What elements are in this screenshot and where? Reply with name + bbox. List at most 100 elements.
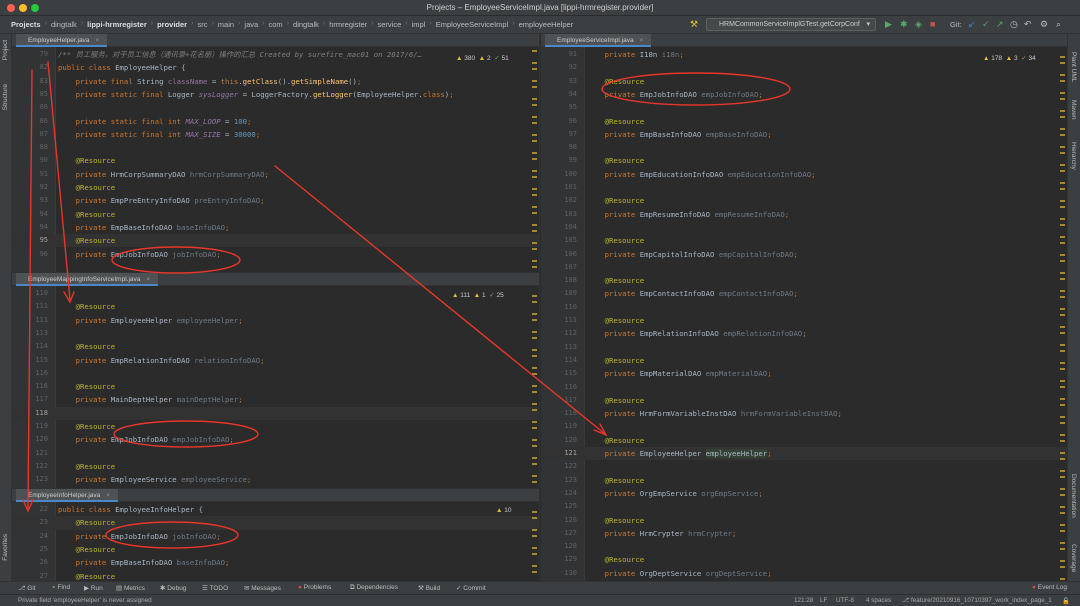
- breadcrumb-item[interactable]: hrmregister: [326, 20, 370, 29]
- code-line[interactable]: 91 private HrmCorpSummaryDAO hrmCorpSumm…: [12, 168, 539, 181]
- tab-employee-mapping[interactable]: EmployeeMappingInfoServiceImpl.java ×: [16, 273, 159, 286]
- scrollbar[interactable]: [532, 286, 537, 488]
- scroll-marker[interactable]: [1060, 476, 1065, 478]
- scroll-marker[interactable]: [532, 212, 537, 214]
- code-line[interactable]: 119 @Resource: [12, 420, 539, 433]
- scroll-marker[interactable]: [1060, 62, 1065, 64]
- tool-button-messages[interactable]: ✉ Messages: [244, 584, 281, 592]
- scroll-marker[interactable]: [1060, 182, 1065, 184]
- scroll-marker[interactable]: [532, 391, 537, 393]
- scroll-marker[interactable]: [1060, 128, 1065, 130]
- scroll-marker[interactable]: [1060, 200, 1065, 202]
- code-line[interactable]: 105 @Resource: [541, 234, 1067, 247]
- coverage-icon[interactable]: ◈: [915, 20, 922, 29]
- code-line[interactable]: 87 private static final int MAX_SIZE = 3…: [12, 128, 539, 141]
- scroll-marker[interactable]: [1060, 110, 1065, 112]
- scroll-marker[interactable]: [532, 98, 537, 100]
- scroll-marker[interactable]: [532, 319, 537, 321]
- breadcrumb-item[interactable]: dingtalk: [48, 20, 80, 29]
- scroll-marker[interactable]: [1060, 272, 1065, 274]
- scroll-marker[interactable]: [1060, 242, 1065, 244]
- git-commit-icon[interactable]: ✓: [982, 20, 990, 29]
- scroll-marker[interactable]: [532, 206, 537, 208]
- scroll-marker[interactable]: [1060, 164, 1065, 166]
- code-line[interactable]: 117 private MainDeptHelper mainDeptHelpe…: [12, 393, 539, 406]
- breadcrumb-item[interactable]: dingtalk: [290, 20, 322, 29]
- code-line[interactable]: 126 @Resource: [541, 514, 1067, 527]
- search-icon[interactable]: ⌕: [1056, 20, 1061, 29]
- scroll-marker[interactable]: [532, 463, 537, 465]
- scroll-marker[interactable]: [1060, 80, 1065, 82]
- code-line[interactable]: 111 @Resource: [12, 300, 539, 313]
- tool-button-build[interactable]: ⚒ Build: [418, 584, 440, 592]
- scroll-marker[interactable]: [1060, 326, 1065, 328]
- scroll-marker[interactable]: [1060, 134, 1065, 136]
- breadcrumb-item[interactable]: EmployeeServiceImpl: [433, 20, 512, 29]
- structure-tool-button[interactable]: Structure: [2, 84, 9, 110]
- scroll-marker[interactable]: [532, 170, 537, 172]
- tool-button-run[interactable]: ▶ Run: [84, 584, 103, 592]
- run-configuration-select[interactable]: HRMCommonServiceImplGTest.getCorpConf ▾: [706, 18, 876, 31]
- code-line[interactable]: 109 private EmpContactInfoDAO empContact…: [541, 287, 1067, 300]
- code-line[interactable]: 114 @Resource: [12, 340, 539, 353]
- scroll-marker[interactable]: [532, 295, 537, 297]
- code-line[interactable]: 112 private EmpRelationInfoDAO empRelati…: [541, 327, 1067, 340]
- inspection-widget[interactable]: ▲ 178 ▲ 3 ✓ 34: [983, 54, 1036, 62]
- scroll-marker[interactable]: [1060, 434, 1065, 436]
- tool-button-problems[interactable]: ● Problems: [298, 584, 331, 591]
- code-line[interactable]: 127 private HrmCrypter hrmCrypter;: [541, 527, 1067, 540]
- close-tab-icon[interactable]: ×: [106, 492, 110, 499]
- code-area[interactable]: 22 public class EmployeeInfoHelper {23 @R…: [12, 502, 539, 581]
- code-line[interactable]: 110: [541, 301, 1067, 314]
- documentation-tool-button[interactable]: Documentation: [1070, 474, 1077, 518]
- scroll-marker[interactable]: [532, 529, 537, 531]
- code-line[interactable]: 86 private static final int MAX_LOOP = 1…: [12, 115, 539, 128]
- code-line[interactable]: 83 private final String className = this…: [12, 75, 539, 88]
- scroll-marker[interactable]: [532, 331, 537, 333]
- scroll-marker[interactable]: [1060, 236, 1065, 238]
- scroll-marker[interactable]: [532, 337, 537, 339]
- code-line[interactable]: 22 public class EmployeeInfoHelper {: [12, 503, 539, 516]
- code-line[interactable]: 120 @Resource: [541, 434, 1067, 447]
- scroll-marker[interactable]: [1060, 398, 1065, 400]
- rollback-icon[interactable]: ↶: [1024, 20, 1032, 29]
- scroll-marker[interactable]: [1060, 92, 1065, 94]
- scroll-marker[interactable]: [532, 194, 537, 196]
- scroll-marker[interactable]: [532, 230, 537, 232]
- scroll-marker[interactable]: [532, 511, 537, 513]
- code-line[interactable]: 129 @Resource: [541, 553, 1067, 566]
- code-line[interactable]: 118 private HrmFormVariableInstDAO hrmFo…: [541, 407, 1067, 420]
- scroll-marker[interactable]: [532, 373, 537, 375]
- scroll-marker[interactable]: [1060, 494, 1065, 496]
- scroll-marker[interactable]: [1060, 152, 1065, 154]
- scroll-marker[interactable]: [532, 571, 537, 573]
- tool-button-git[interactable]: ⎇ Git: [18, 584, 36, 592]
- scroll-marker[interactable]: [532, 301, 537, 303]
- scroll-marker[interactable]: [532, 385, 537, 387]
- scroll-marker[interactable]: [1060, 332, 1065, 334]
- scroll-marker[interactable]: [1060, 296, 1065, 298]
- code-line[interactable]: 92 @Resource: [12, 181, 539, 194]
- scroll-marker[interactable]: [1060, 524, 1065, 526]
- code-line[interactable]: 96 @Resource: [541, 115, 1067, 128]
- scroll-marker[interactable]: [1060, 146, 1065, 148]
- scroll-marker[interactable]: [1060, 260, 1065, 262]
- scroll-marker[interactable]: [532, 313, 537, 315]
- code-line[interactable]: 123 private EmployeeService employeeServ…: [12, 473, 539, 486]
- scroll-marker[interactable]: [532, 535, 537, 537]
- line-separator[interactable]: LF: [820, 597, 827, 604]
- inspection-widget[interactable]: ▲ 10: [496, 507, 511, 514]
- code-line[interactable]: 117 @Resource: [541, 394, 1067, 407]
- scroll-marker[interactable]: [532, 134, 537, 136]
- run-icon[interactable]: ▶: [885, 20, 892, 29]
- scroll-marker[interactable]: [532, 475, 537, 477]
- settings-icon[interactable]: ⚙: [1040, 20, 1048, 29]
- breadcrumb-item[interactable]: main: [215, 20, 237, 29]
- code-line[interactable]: 118: [12, 406, 539, 420]
- code-line[interactable]: 119: [541, 420, 1067, 433]
- code-line[interactable]: 94 @Resource: [12, 208, 539, 221]
- scroll-marker[interactable]: [1060, 386, 1065, 388]
- tab-employee-service-impl[interactable]: EmployeeServiceImpl.java ×: [545, 34, 652, 47]
- scroll-marker[interactable]: [1060, 416, 1065, 418]
- scroll-marker[interactable]: [1060, 560, 1065, 562]
